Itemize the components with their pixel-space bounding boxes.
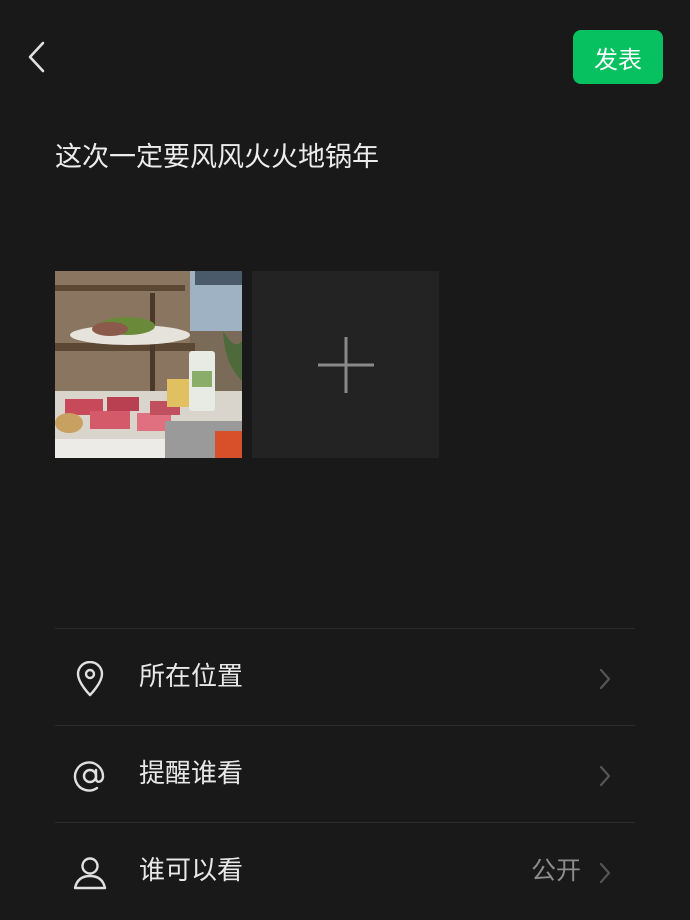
- photo-thumbnail[interactable]: [55, 271, 242, 458]
- visibility-value: 公开: [530, 856, 581, 885]
- location-label: 所在位置: [139, 662, 244, 692]
- chevron-right-icon: [599, 765, 611, 787]
- location-row[interactable]: 所在位置: [55, 629, 635, 725]
- top-bar: 发表: [0, 0, 690, 110]
- at-sign-icon: [70, 756, 110, 796]
- chevron-right-icon: [599, 862, 611, 884]
- publish-button[interactable]: 发表: [573, 30, 663, 84]
- mention-label: 提醒谁看: [139, 759, 244, 789]
- person-icon: [70, 853, 110, 893]
- visibility-label: 谁可以看: [139, 856, 244, 886]
- plus-icon: [317, 336, 374, 393]
- mention-row[interactable]: 提醒谁看: [55, 726, 635, 822]
- hotpot-photo: [55, 271, 242, 458]
- chevron-right-icon: [599, 668, 611, 690]
- post-options-menu: 所在位置 提醒谁看 谁可以看 公开: [55, 628, 635, 919]
- add-photo-button[interactable]: [252, 271, 439, 458]
- visibility-row[interactable]: 谁可以看 公开: [55, 823, 635, 919]
- chevron-left-icon: [28, 41, 45, 73]
- back-button[interactable]: [18, 36, 54, 78]
- location-pin-icon: [70, 659, 110, 699]
- post-text-input[interactable]: 这次一定要风风火火地锅年: [55, 140, 635, 176]
